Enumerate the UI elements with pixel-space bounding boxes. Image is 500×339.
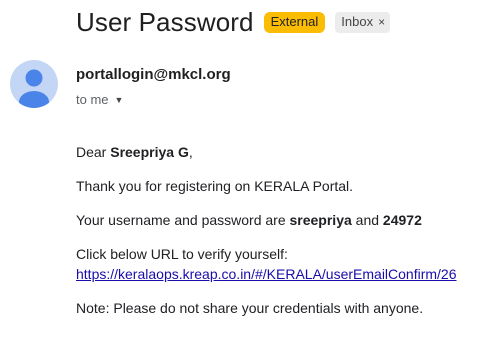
subject-row: User Password External Inbox × xyxy=(76,4,391,40)
username-value: sreepriya xyxy=(289,212,352,228)
inbox-label[interactable]: Inbox × xyxy=(335,11,391,33)
recipient-label: to me xyxy=(76,92,109,107)
email-view: User Password External Inbox × portallog… xyxy=(0,0,500,339)
credentials-and: and xyxy=(351,212,383,228)
password-value: 24972 xyxy=(382,212,422,228)
email-body: Dear Sreepriya G, Thank you for register… xyxy=(76,142,500,332)
external-label: External xyxy=(263,11,326,33)
verify-text: Click below URL to verify yourself: xyxy=(76,246,288,262)
verify-link[interactable]: https://keralaops.kreap.co.in/#/KERALA/u… xyxy=(76,266,457,282)
greeting-prefix: Dear xyxy=(76,144,111,160)
person-icon xyxy=(19,69,49,108)
email-subject: User Password xyxy=(76,6,254,37)
greeting-line: Dear Sreepriya G, xyxy=(76,142,500,162)
verify-block: Click below URL to verify yourself: http… xyxy=(76,244,500,284)
greeting-name: Sreepriya G xyxy=(110,144,189,160)
credentials-prefix: Your username and password are xyxy=(76,212,290,228)
inbox-label-text: Inbox xyxy=(341,13,374,29)
caret-down-icon[interactable]: ▼ xyxy=(115,95,124,105)
sender-email[interactable]: portallogin@mkcl.org xyxy=(76,66,231,83)
thanks-line: Thank you for registering on KERALA Port… xyxy=(76,178,354,194)
credentials-line: Your username and password are sreepriya… xyxy=(76,210,500,230)
close-icon[interactable]: × xyxy=(378,13,385,31)
greeting-suffix: , xyxy=(188,144,193,160)
recipient-details[interactable]: to me ▼ xyxy=(76,92,123,107)
note-line: Note: Please do not share your credentia… xyxy=(76,300,424,316)
avatar[interactable] xyxy=(10,60,58,108)
